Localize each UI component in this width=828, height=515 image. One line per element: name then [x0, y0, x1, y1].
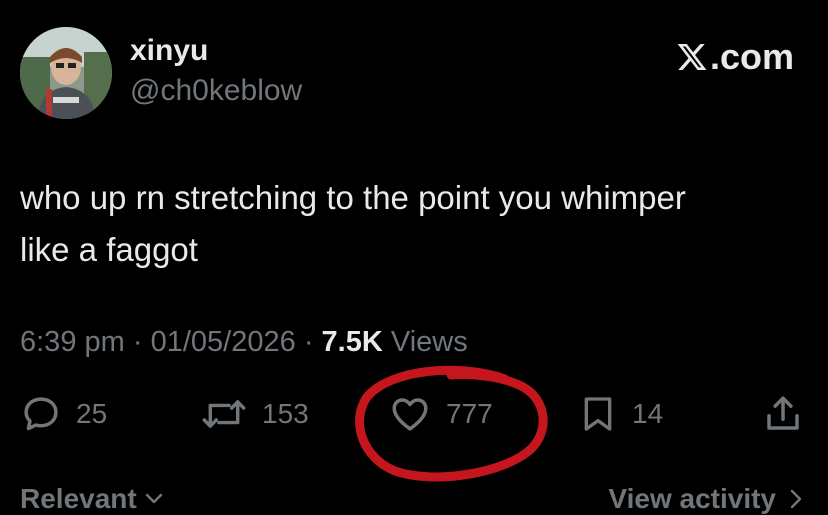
views-label: Views — [390, 326, 468, 358]
tweet-meta: 6:39 pm · 01/05/2026 · 7.5K Views — [20, 326, 468, 359]
chevron-right-icon — [790, 489, 802, 509]
action-bar: 25 153 777 14 — [0, 390, 828, 438]
author-name[interactable]: xinyu — [130, 34, 208, 68]
tweet-date[interactable]: 01/05/2026 — [151, 326, 296, 358]
share-icon — [767, 396, 799, 430]
sort-dropdown[interactable]: Relevant — [20, 483, 163, 515]
repost-button[interactable]: 153 — [200, 390, 309, 438]
avatar-image — [20, 27, 112, 119]
author-handle[interactable]: @ch0keblow — [130, 74, 302, 108]
bookmark-button[interactable]: 14 — [578, 390, 663, 438]
like-count: 777 — [446, 398, 493, 429]
chevron-down-icon — [145, 493, 162, 504]
x-logo: .com — [676, 36, 794, 78]
tweet-text-line-2: like a faggot — [20, 231, 198, 268]
x-icon — [677, 44, 707, 70]
avatar[interactable] — [20, 27, 112, 119]
view-activity-label: View activity — [608, 483, 776, 514]
tweet-time[interactable]: 6:39 pm — [20, 326, 125, 358]
bookmark-icon — [584, 397, 612, 431]
meta-separator: · — [303, 326, 314, 358]
like-button[interactable]: 777 — [388, 390, 493, 438]
heart-icon — [392, 398, 428, 431]
sort-label: Relevant — [20, 483, 137, 514]
tweet-text: who up rn stretching to the point you wh… — [20, 172, 810, 276]
repost-icon — [202, 400, 246, 428]
x-logo-domain: .com — [709, 36, 794, 77]
meta-separator: · — [132, 326, 143, 358]
share-button[interactable] — [762, 390, 804, 438]
tweet-text-line-1: who up rn stretching to the point you wh… — [20, 179, 686, 216]
bookmark-count: 14 — [632, 398, 664, 429]
reply-button[interactable]: 25 — [20, 390, 107, 438]
reply-icon — [24, 397, 58, 431]
reply-count: 25 — [76, 398, 108, 429]
repost-count: 153 — [262, 398, 309, 429]
view-activity-link[interactable]: View activity — [608, 483, 802, 515]
views-count: 7.5K — [321, 326, 383, 358]
